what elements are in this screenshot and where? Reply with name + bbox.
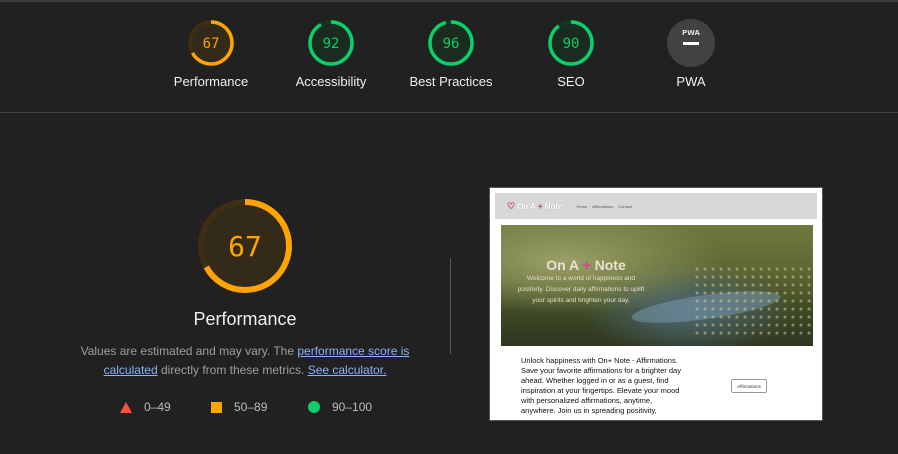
gauge-score-accessibility: 92 [323, 36, 340, 52]
performance-score-value: 67 [228, 230, 262, 263]
hero-title-prefix: On A [546, 257, 583, 273]
site-nav-home: Home [576, 203, 588, 209]
legend-pass-label: 90–100 [332, 400, 373, 414]
site-hero-subtitle: Welcome to a world of happiness and posi… [517, 275, 645, 304]
note-prefix: Values are estimated and may vary. The [80, 344, 298, 358]
hero-title-suffix: Note [590, 257, 626, 273]
gauge-performance[interactable]: 67 Performance [151, 18, 271, 89]
score-note: Values are estimated and may vary. The p… [72, 342, 418, 380]
gauge-score-seo: 90 [563, 36, 580, 52]
gauge-label-performance: Performance [173, 74, 249, 89]
site-nav-affirmations: Affirmations [592, 203, 614, 209]
site-hero-title: On A + Note [501, 257, 671, 273]
gauge-seo[interactable]: 90 SEO [511, 18, 631, 89]
gauge-accessibility[interactable]: 92 Accessibility [271, 18, 391, 89]
gauge-pwa[interactable]: PWA PWA [631, 18, 751, 89]
gauge-best-practices[interactable]: 96 Best Practices [391, 18, 511, 89]
gauge-label-accessibility: Accessibility [295, 74, 367, 89]
heart-icon: ♡ [507, 200, 516, 211]
legend-fail: 0–49 [120, 400, 171, 414]
legend-average-label: 50–89 [234, 400, 268, 414]
performance-score-gauge: 67 [196, 197, 294, 295]
legend-pass: 90–100 [308, 400, 372, 414]
gauge-score-performance: 67 [203, 36, 220, 52]
pass-circle-icon [308, 401, 320, 413]
gauge-label-pwa: PWA [676, 74, 706, 89]
see-calculator-link[interactable]: See calculator. [308, 363, 387, 377]
site-affirmations-button: Affirmations [731, 379, 767, 393]
pwa-badge-text: PWA [682, 29, 701, 37]
site-navbar: ♡ On A + Note Home Affirmations Contact [495, 193, 817, 219]
site-body-text: Unlock happiness with On+ Note - Affirma… [521, 356, 681, 415]
site-logo-prefix: On A [517, 201, 538, 211]
hero-title-plus: + [582, 257, 591, 273]
gauge-label-seo: SEO [557, 74, 585, 89]
legend-fail-label: 0–49 [144, 400, 171, 414]
fail-triangle-icon [120, 401, 132, 413]
hero-flowers [693, 265, 813, 335]
site-logo-suffix: Note [542, 201, 563, 211]
page-screenshot-thumbnail[interactable]: ♡ On A + Note Home Affirmations Contact O… [489, 187, 823, 421]
site-logo: ♡ On A + Note [507, 201, 563, 212]
top-border [0, 0, 898, 2]
site-nav-contact: Contact [618, 203, 633, 209]
note-mid: directly from these metrics. [157, 363, 308, 377]
gauge-label-best-practices: Best Practices [409, 74, 493, 89]
pwa-dash-icon [683, 42, 699, 45]
performance-title: Performance [193, 309, 297, 329]
legend-average: 50–89 [211, 400, 267, 414]
section-divider [0, 112, 898, 113]
vertical-divider [450, 258, 451, 354]
site-hero-image: On A + Note Welcome to a world of happin… [501, 225, 813, 346]
gauge-score-best-practices: 96 [443, 36, 460, 52]
average-square-icon [211, 401, 222, 413]
